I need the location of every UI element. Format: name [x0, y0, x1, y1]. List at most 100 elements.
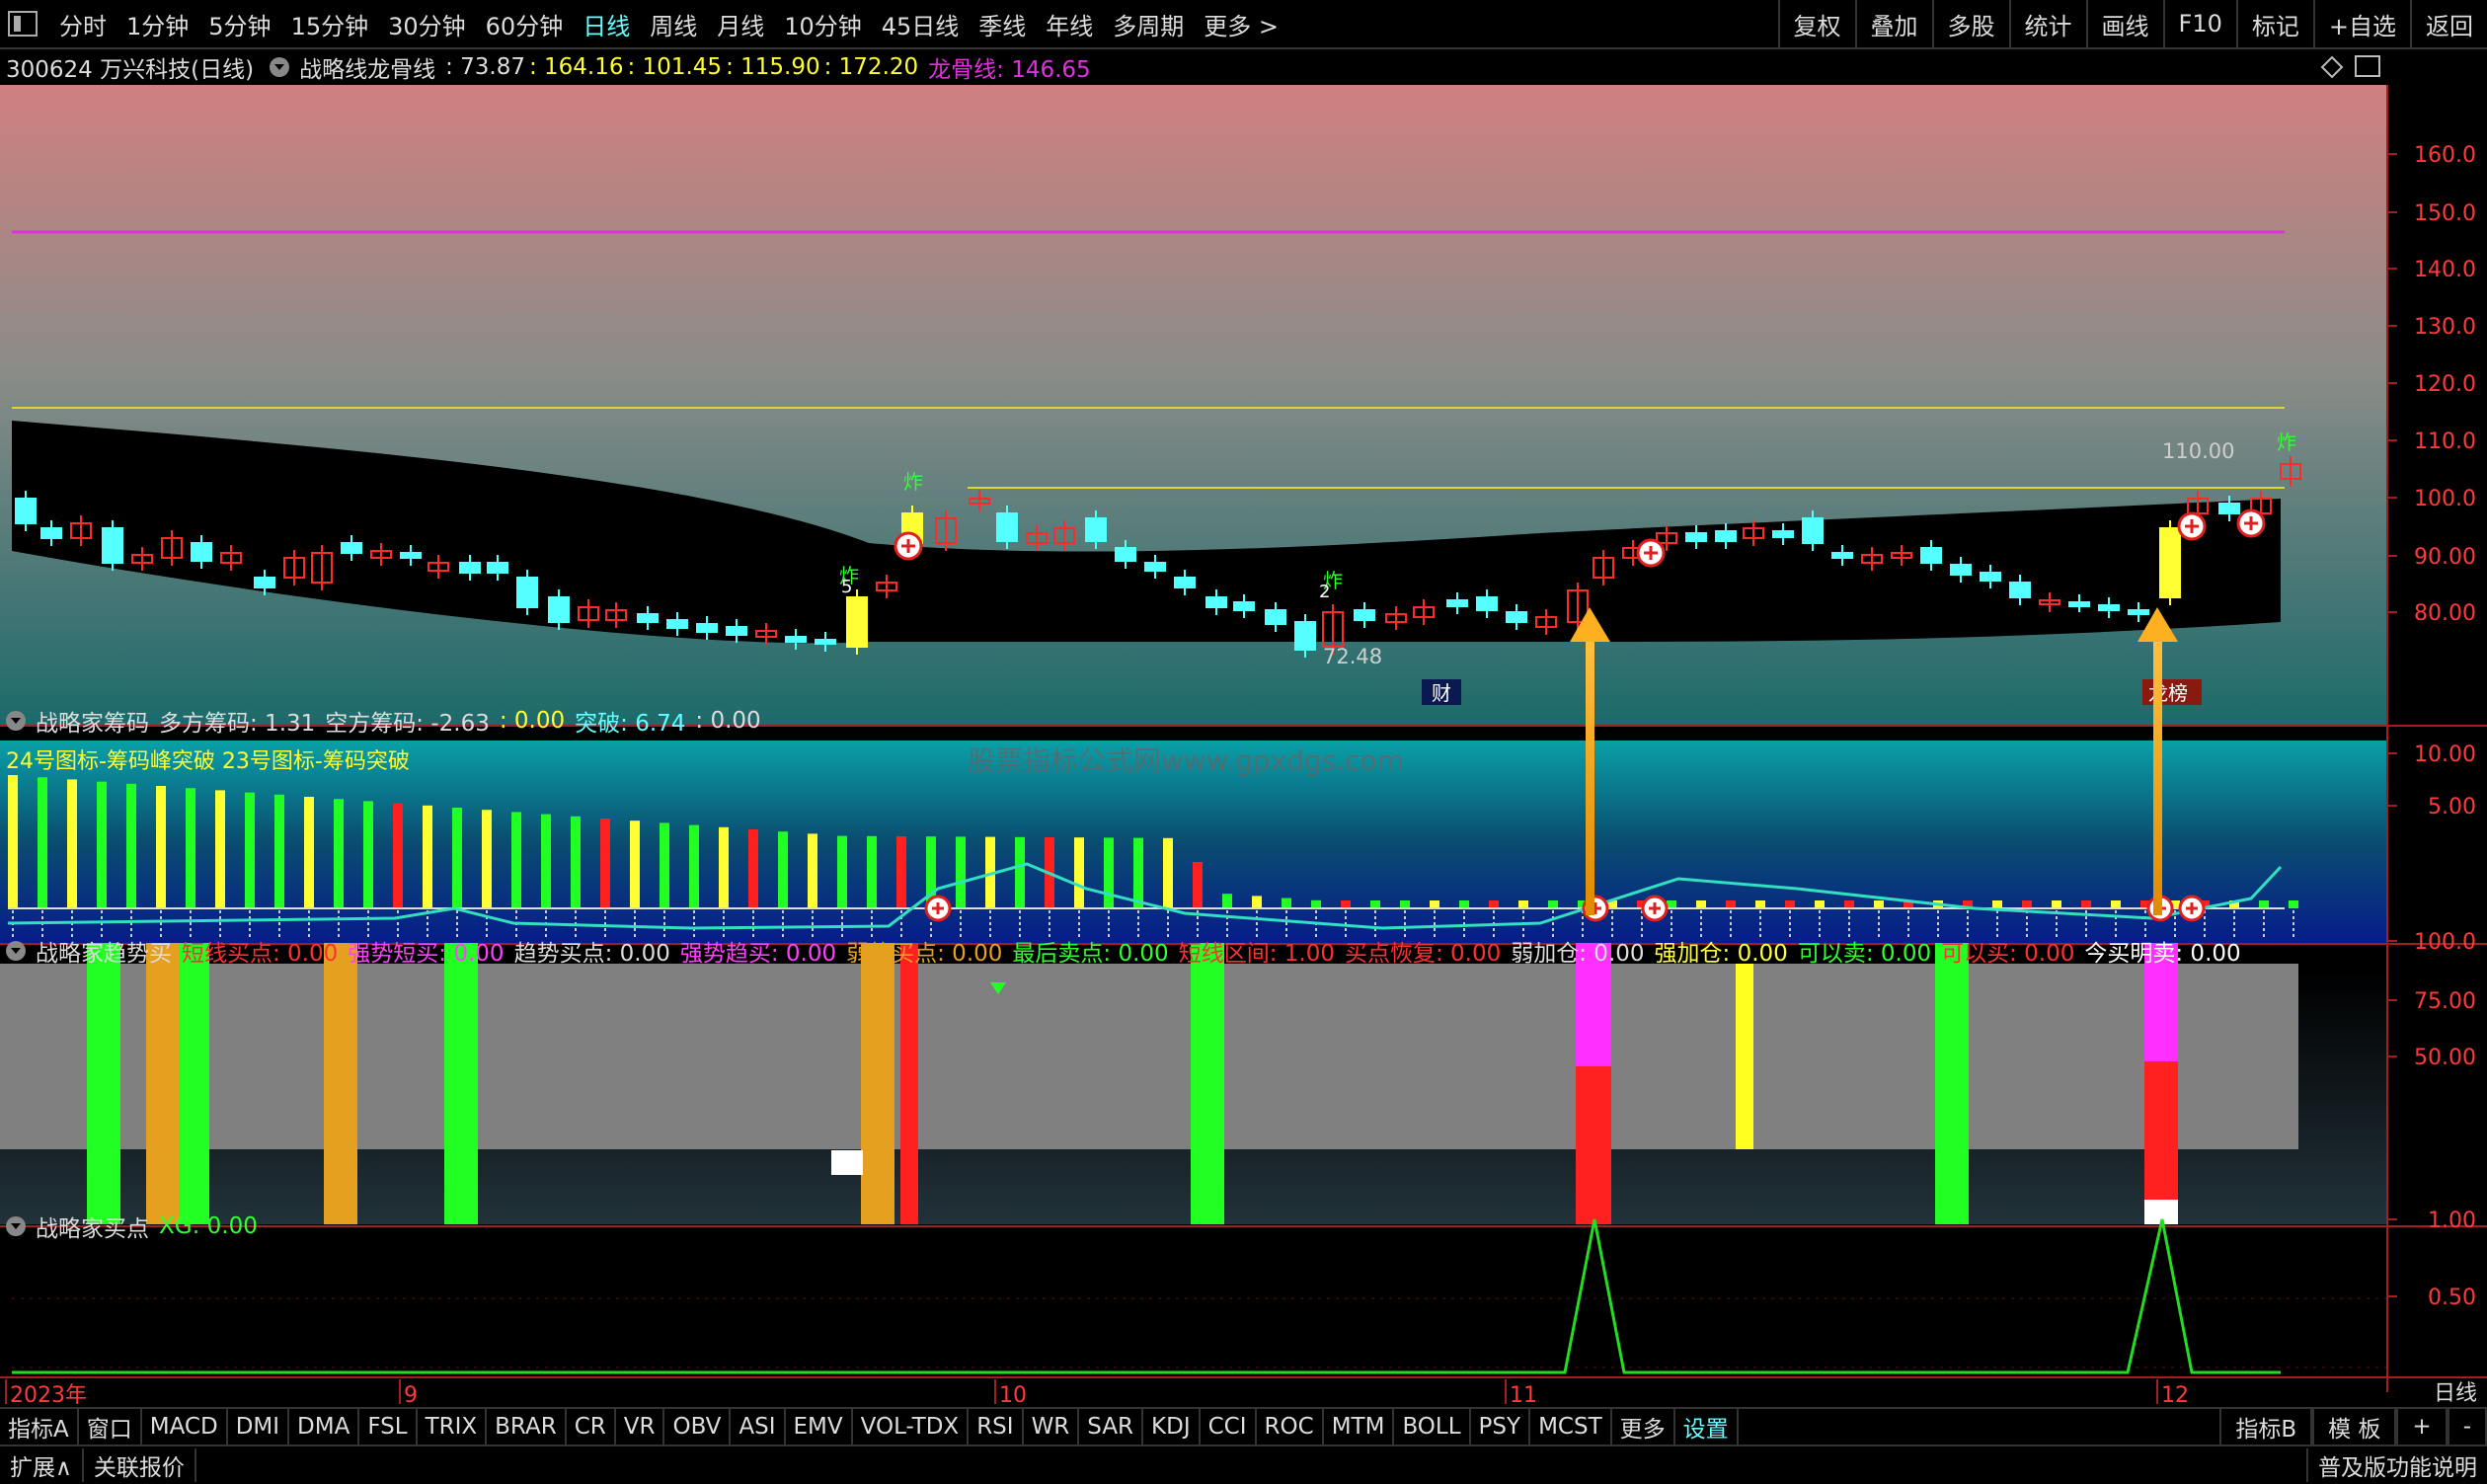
timeframe-tab[interactable]: 多周期	[1103, 7, 1194, 41]
indicator-tab[interactable]: CR	[567, 1409, 616, 1445]
indicator-tab[interactable]: 更多	[1612, 1409, 1675, 1445]
axis-tick-label: 50.00	[2414, 1046, 2476, 1070]
toolbar-button[interactable]: F10	[2162, 0, 2236, 47]
indicator-tab[interactable]: VR	[616, 1409, 665, 1445]
timeframe-tab[interactable]: 季线	[969, 7, 1036, 41]
axis-tick-label: 0.50	[2428, 1286, 2476, 1310]
indicator-tab[interactable]: 设置	[1675, 1409, 1739, 1445]
date-tick: 2023年	[10, 1383, 87, 1407]
axis-tick-label: 140.0	[2414, 258, 2476, 282]
trend-value: 今买明卖: 0.00	[2084, 941, 2241, 967]
value-4: : 115.90	[726, 54, 820, 80]
chip-title[interactable]: 战略家筹码	[36, 704, 149, 738]
timeframe-tab[interactable]: 30分钟	[378, 7, 476, 41]
help-link[interactable]: 普及版功能说明	[2306, 1448, 2487, 1482]
indicator-tab[interactable]: TRIX	[418, 1409, 488, 1445]
indicator-tab[interactable]: 指标A	[0, 1409, 79, 1445]
indicator-tab[interactable]: PSY	[1471, 1409, 1531, 1445]
indicator-tab[interactable]: BRAR	[487, 1409, 567, 1445]
indicator-tab[interactable]: DMI	[228, 1409, 290, 1445]
finance-badge-label: 财	[1432, 681, 1451, 705]
trend-value: 短线区间: 1.00	[1178, 941, 1335, 967]
chip-axis: 10.00 5.00	[2387, 742, 2476, 820]
timeframe-tab[interactable]: 日线	[573, 7, 640, 41]
indicator-tab[interactable]: VOL-TDX	[853, 1409, 970, 1445]
indicator-tab-right[interactable]: +	[2396, 1409, 2448, 1445]
indicator-tab[interactable]: DMA	[289, 1409, 360, 1445]
timeframe-tab[interactable]: 15分钟	[281, 7, 379, 41]
main-axis-bg	[2387, 85, 2487, 725]
timeframe-tab[interactable]: 年线	[1036, 7, 1103, 41]
toolbar-button[interactable]: 多股	[1931, 0, 2009, 47]
indicator-tab[interactable]: RSI	[969, 1409, 1024, 1445]
toolbar-button[interactable]: 统计	[2008, 0, 2086, 47]
axis-tick-label: 1.00	[2428, 1209, 2476, 1233]
indicator-tab[interactable]: ASI	[731, 1409, 786, 1445]
date-tick: 10	[999, 1383, 1027, 1407]
buy-title[interactable]: 战略家买点	[36, 1210, 149, 1243]
axis-tick-label: 150.0	[2414, 201, 2476, 226]
trend-value: 弱加仓: 0.00	[1511, 941, 1645, 967]
tag-5: 5	[841, 577, 852, 597]
diamond-icon[interactable]	[2318, 53, 2346, 85]
indicator-tab[interactable]: 窗口	[79, 1409, 142, 1445]
trend-dropdown-icon[interactable]	[6, 941, 26, 961]
indicator-tab-right[interactable]: -	[2447, 1409, 2487, 1445]
indicator-tab-right[interactable]: 模 板	[2312, 1409, 2397, 1445]
trend-axis: 100.0 75.00 50.00	[2387, 930, 2476, 1070]
value-5: : 172.20	[823, 54, 919, 80]
trend-value: 趋势买点: 0.00	[513, 941, 670, 967]
period-label: 日线	[2434, 1381, 2477, 1406]
window-toggle-icon[interactable]	[8, 11, 38, 37]
indicator-tab[interactable]: BOLL	[1394, 1409, 1471, 1445]
date-tick: 12	[2161, 1383, 2189, 1407]
expand-button[interactable]: 扩展∧	[0, 1448, 84, 1482]
timeframe-tab[interactable]: 分时	[49, 7, 117, 41]
indicator-tab[interactable]: ROC	[1257, 1409, 1324, 1445]
axis-tick-label: 100.0	[2414, 487, 2476, 511]
timeframe-tab[interactable]: 45日线	[872, 7, 970, 41]
indicator-tab[interactable]: EMV	[786, 1409, 853, 1445]
indicator-tab[interactable]: KDJ	[1143, 1409, 1201, 1445]
toolbar-button[interactable]: 画线	[2085, 0, 2163, 47]
watermark: 股票指标公式网www.gpxdgs.com	[968, 744, 1404, 777]
indicator-tab[interactable]: MACD	[142, 1409, 228, 1445]
buy-dropdown-icon[interactable]	[6, 1216, 26, 1236]
indicator-tab[interactable]: WR	[1024, 1409, 1080, 1445]
buy-header: 战略家买点 XG: 0.00	[0, 1207, 268, 1246]
breakout-value: 突破: 6.74	[575, 711, 686, 737]
date-axis: 2023年 9 10 11 12 日线	[5, 1379, 2477, 1407]
indicator-name[interactable]: 战略线龙骨线	[299, 50, 435, 84]
indicator-tab-right[interactable]: 指标B	[2219, 1409, 2313, 1445]
indicator-tab[interactable]: FSL	[359, 1409, 418, 1445]
indicator-tab[interactable]: CCI	[1201, 1409, 1257, 1445]
long-chip-value: 多方筹码: 1.31	[159, 711, 316, 737]
toolbar-button[interactable]: 叠加	[1854, 0, 1932, 47]
toolbar-button[interactable]: 标记	[2235, 0, 2313, 47]
chip-dropdown-icon[interactable]	[6, 711, 26, 731]
axis-tick-label: 80.00	[2414, 601, 2476, 626]
axis-tick-label: 160.0	[2414, 143, 2476, 168]
stock-title[interactable]: 300624 万兴科技(日线)	[6, 50, 254, 84]
indicator-tab[interactable]: MTM	[1324, 1409, 1395, 1445]
buy-axis: 1.00 0.50	[2387, 1209, 2476, 1310]
toolbar-button[interactable]: 返回	[2410, 0, 2487, 47]
timeframe-tab[interactable]: 更多 >	[1194, 7, 1288, 41]
indicator-tab[interactable]: SAR	[1079, 1409, 1144, 1445]
trend-title[interactable]: 战略家趋势买	[36, 934, 172, 968]
indicator-tab[interactable]: OBV	[664, 1409, 732, 1445]
related-quote-button[interactable]: 关联报价	[84, 1448, 196, 1482]
indicator-tab[interactable]: MCST	[1530, 1409, 1612, 1445]
timeframe-tab[interactable]: 周线	[640, 7, 707, 41]
axis-tick-label: 110.0	[2414, 430, 2476, 454]
panel-toggle-icon[interactable]	[2355, 55, 2380, 77]
timeframe-tab[interactable]: 月线	[707, 7, 774, 41]
timeframe-tab[interactable]: 1分钟	[117, 7, 198, 41]
toolbar-button[interactable]: +自选	[2312, 0, 2410, 47]
timeframe-tab[interactable]: 60分钟	[476, 7, 574, 41]
timeframe-tab[interactable]: 10分钟	[774, 7, 872, 41]
timeframe-tab[interactable]: 5分钟	[198, 7, 280, 41]
toolbar-button[interactable]: 复权	[1777, 0, 1855, 47]
indicator-dropdown-icon[interactable]	[270, 57, 290, 77]
xg-signal-line	[12, 1218, 2281, 1374]
